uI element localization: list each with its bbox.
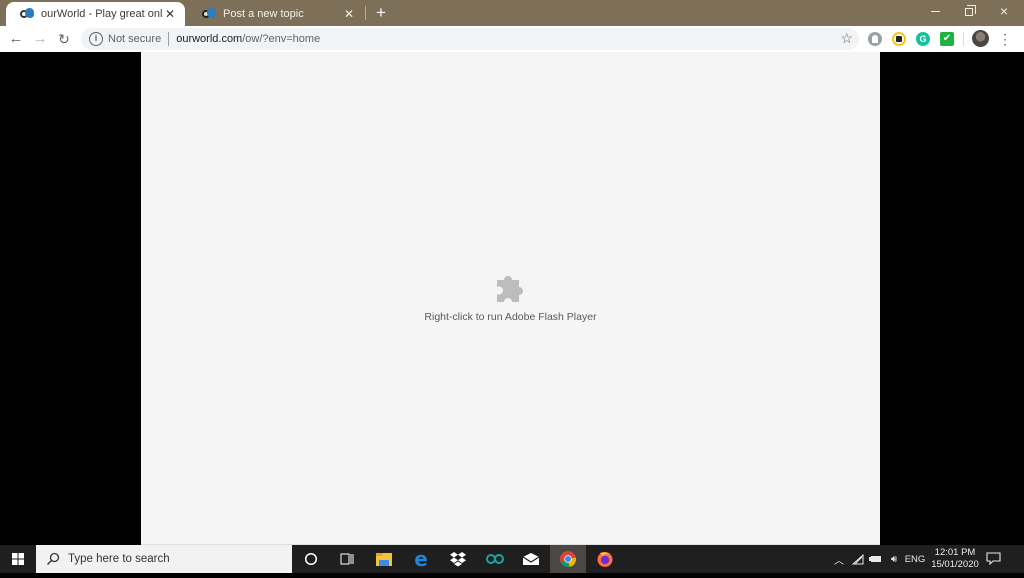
restore-icon: [965, 5, 976, 16]
close-window-button[interactable]: ×: [986, 0, 1022, 24]
arduino-button[interactable]: [477, 545, 513, 573]
info-icon[interactable]: i: [89, 32, 103, 46]
search-placeholder: Type here to search: [68, 553, 170, 565]
restore-button[interactable]: [951, 0, 987, 24]
bookmark-star-icon[interactable]: ☆: [840, 30, 853, 47]
chrome-button[interactable]: [550, 545, 586, 573]
checkmark-extension-icon[interactable]: [940, 32, 954, 46]
dropbox-icon: [450, 552, 466, 567]
honey-extension-icon[interactable]: [892, 32, 906, 46]
wifi-icon: [852, 553, 864, 564]
tab-title: Post a new topic: [223, 8, 304, 20]
chevron-up-icon: ︿: [834, 555, 844, 567]
speaker-icon: 🔊︎: [890, 553, 898, 565]
language-indicator[interactable]: ENG: [904, 545, 926, 573]
battery-tray[interactable]: [868, 545, 884, 573]
task-view-button[interactable]: [329, 545, 365, 573]
close-tab-icon[interactable]: ✕: [342, 7, 356, 21]
action-center-icon[interactable]: [986, 552, 1001, 565]
folder-icon: [376, 553, 392, 566]
toolbar-divider: [963, 32, 964, 46]
forward-button[interactable]: →: [30, 29, 50, 49]
tab-title: ourWorld - Play great online puzz: [41, 8, 163, 20]
ourworld-favicon-icon: [202, 8, 216, 20]
cortana-icon: [304, 552, 318, 566]
flash-plugin-placeholder[interactable]: Right-click to run Adobe Flash Player: [141, 52, 880, 545]
show-hidden-icons-button[interactable]: ︿: [832, 545, 846, 573]
volume-tray[interactable]: 🔊︎: [886, 545, 902, 573]
reload-button[interactable]: ↻: [54, 29, 74, 49]
taskbar-search-box[interactable]: Type here to search: [36, 545, 292, 573]
reload-icon: ↻: [58, 31, 70, 47]
puzzle-piece-icon: [497, 276, 523, 302]
flash-run-message: Right-click to run Adobe Flash Player: [424, 311, 597, 323]
address-bar[interactable]: i Not secure ourworld.com/ow/?env=home ☆: [81, 28, 859, 50]
address-divider: [168, 32, 170, 46]
clock-date: 15/01/2020: [931, 559, 979, 570]
minimize-button[interactable]: [917, 0, 953, 24]
start-button[interactable]: [0, 545, 36, 573]
battery-icon: [869, 556, 881, 562]
windows-taskbar: Type here to search e ︿ 🔊︎ ENG 12:01 PM …: [0, 545, 1024, 573]
tab-ourworld[interactable]: ourWorld - Play great online puzz ✕: [6, 2, 185, 26]
grammarly-extension-icon[interactable]: [916, 32, 930, 46]
profile-avatar[interactable]: [972, 30, 989, 47]
clock-time: 12:01 PM: [934, 547, 976, 558]
task-view-icon: [340, 553, 354, 565]
tab-divider: [365, 6, 366, 20]
browser-tab-strip: ourWorld - Play great online puzz ✕ Post…: [0, 0, 1024, 26]
arduino-infinity-icon: [486, 554, 504, 564]
page-viewport: Right-click to run Adobe Flash Player: [0, 52, 1024, 545]
edge-icon: e: [414, 547, 428, 571]
menu-kebab-icon[interactable]: ⋮: [998, 30, 1012, 48]
cortana-button[interactable]: [293, 545, 329, 573]
chrome-icon: [560, 551, 577, 568]
firefox-icon: [597, 552, 613, 567]
security-label[interactable]: Not secure: [108, 33, 161, 45]
system-clock[interactable]: 12:01 PM 15/01/2020: [928, 547, 982, 571]
arrow-right-icon: →: [32, 30, 48, 47]
search-icon: [47, 552, 60, 565]
wifi-tray[interactable]: [850, 545, 866, 573]
browser-toolbar: ← → ↻ i Not secure ourworld.com/ow/?env=…: [0, 26, 1024, 52]
new-tab-button[interactable]: +: [372, 3, 390, 23]
url-path: /ow/?env=home: [242, 33, 321, 45]
ourworld-favicon-icon: [20, 8, 34, 20]
minimize-icon: [930, 11, 940, 12]
close-icon: ×: [999, 3, 1009, 19]
tab-post-new-topic[interactable]: Post a new topic ✕: [188, 2, 364, 26]
close-tab-icon[interactable]: ✕: [163, 7, 177, 21]
ghostery-extension-icon[interactable]: [868, 32, 882, 46]
dropbox-button[interactable]: [440, 545, 476, 573]
url-host: ourworld.com: [176, 33, 243, 45]
mail-icon: [522, 553, 540, 565]
edge-button[interactable]: e: [403, 545, 439, 573]
firefox-button[interactable]: [587, 545, 623, 573]
back-button[interactable]: ←: [6, 29, 26, 49]
arrow-left-icon: ←: [8, 30, 24, 47]
windows-logo-icon: [12, 553, 24, 565]
file-explorer-button[interactable]: [366, 545, 402, 573]
mail-button[interactable]: [513, 545, 549, 573]
